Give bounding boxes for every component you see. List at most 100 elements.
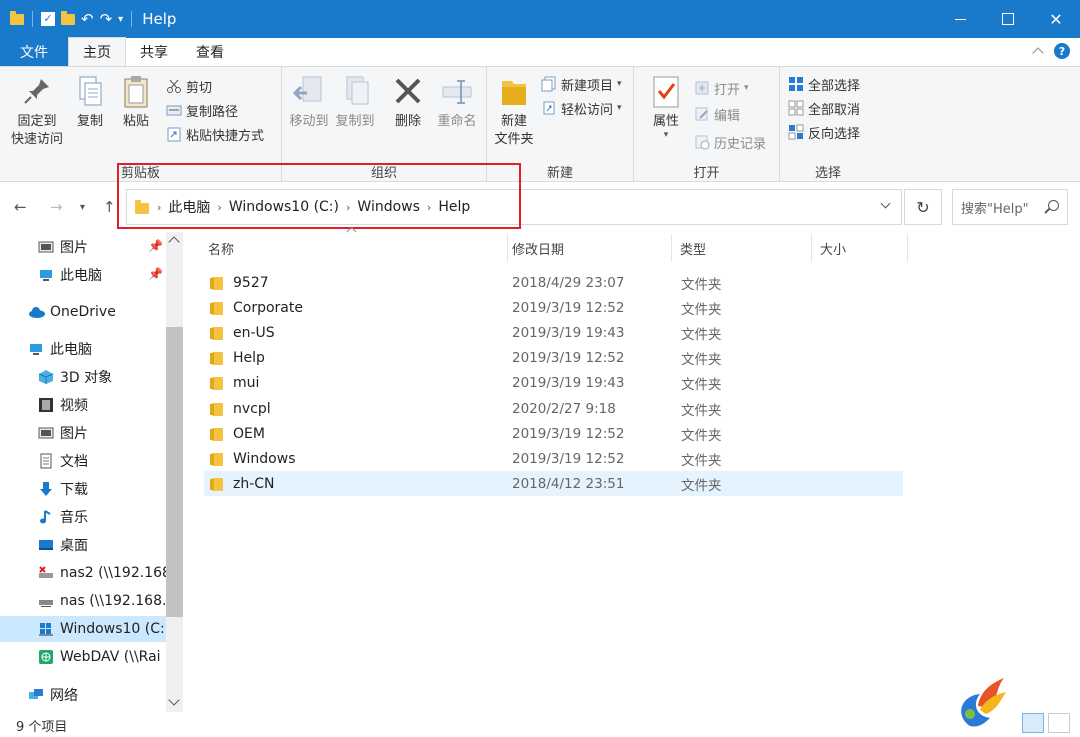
sidebar-item-downloads[interactable]: 下载 xyxy=(0,476,166,502)
scrollbar-thumb[interactable] xyxy=(166,327,183,617)
navigation-pane: 图片 📌 此电脑 📌 OneDrive 此电脑 3D 对象 视频 图片 文档 下… xyxy=(0,232,183,712)
file-row[interactable]: en-US 2019/3/19 19:43 文件夹 xyxy=(204,320,903,345)
file-row-selected[interactable]: zh-CN 2018/4/12 23:51 文件夹 xyxy=(204,471,903,496)
help-icon[interactable]: ? xyxy=(1054,43,1070,59)
address-dropdown-icon[interactable] xyxy=(880,198,891,209)
annotation-highlight-box xyxy=(117,163,521,229)
sidebar-item-nas[interactable]: nas (\\192.168.1 xyxy=(0,588,166,614)
large-icons-view-icon[interactable] xyxy=(1048,713,1070,733)
maximize-button[interactable] xyxy=(984,0,1032,38)
details-view-icon[interactable] xyxy=(1022,713,1044,733)
up-arrow-icon[interactable]: ↑ xyxy=(103,198,116,216)
file-row[interactable]: Help 2019/3/19 12:52 文件夹 xyxy=(204,345,903,370)
view-switcher xyxy=(1022,713,1074,737)
new-folder-button[interactable]: 新建 文件夹 xyxy=(491,75,537,149)
search-icon xyxy=(1048,200,1059,211)
watermark-logo-icon xyxy=(950,676,1008,732)
select-group: 全部选择 全部取消 反向选择 选择 xyxy=(780,67,876,183)
rename-icon xyxy=(441,75,473,109)
close-button[interactable]: ✕ xyxy=(1032,0,1080,38)
refresh-button[interactable]: ↻ xyxy=(904,189,942,225)
cut-button[interactable]: 剪切 xyxy=(166,75,212,97)
select-none-button[interactable]: 全部取消 xyxy=(788,97,860,119)
sidebar-item-desktop[interactable]: 桌面 xyxy=(0,532,166,558)
sidebar-item-documents[interactable]: 文档 xyxy=(0,448,166,474)
separator xyxy=(32,11,33,27)
sidebar-item-drive-c[interactable]: Windows10 (C: xyxy=(0,616,166,642)
delete-button[interactable]: 删除 xyxy=(388,75,428,131)
sidebar-item-3d-objects[interactable]: 3D 对象 xyxy=(0,364,166,390)
sidebar-item-music[interactable]: 音乐 xyxy=(0,504,166,530)
file-row[interactable]: Corporate 2019/3/19 12:52 文件夹 xyxy=(204,295,903,320)
copy-to-button[interactable]: 复制到 xyxy=(332,75,378,131)
copy-button[interactable]: 复制 xyxy=(70,75,110,131)
column-header-type[interactable]: 类型 xyxy=(672,234,812,262)
paste-button[interactable]: 粘贴 xyxy=(116,75,156,131)
edit-button[interactable]: 编辑 xyxy=(694,103,740,125)
column-header-name[interactable]: 名称 xyxy=(200,226,508,262)
paste-shortcut-button[interactable]: 粘贴快捷方式 xyxy=(166,123,264,145)
column-header-modified[interactable]: 修改日期 xyxy=(504,234,672,262)
rename-button[interactable]: 重命名 xyxy=(432,75,482,131)
sidebar-item-nas2[interactable]: nas2 (\\192.168 xyxy=(0,560,166,586)
scroll-down-arrow-icon[interactable] xyxy=(168,694,180,706)
sidebar-item-this-pc-pinned[interactable]: 此电脑 xyxy=(0,262,166,288)
sidebar-item-onedrive[interactable]: OneDrive xyxy=(0,299,166,325)
new-folder-icon[interactable] xyxy=(61,10,75,25)
clipboard-icon xyxy=(120,75,152,109)
dropdown-arrow-icon: ▾ xyxy=(617,79,622,89)
undo-icon[interactable]: ↶ xyxy=(81,10,94,28)
tab-view[interactable]: 查看 xyxy=(182,38,238,66)
copy-path-button[interactable]: 复制路径 xyxy=(166,99,238,121)
copy-path-icon xyxy=(166,102,182,118)
select-all-button[interactable]: 全部选择 xyxy=(788,73,860,95)
computer-icon xyxy=(28,341,44,357)
sidebar-item-videos[interactable]: 视频 xyxy=(0,392,166,418)
network-drive-disconnected-icon xyxy=(38,565,54,581)
dropdown-arrow-icon: ▾ xyxy=(663,130,669,140)
properties-button[interactable]: 属性 ▾ xyxy=(646,75,686,140)
folder-icon xyxy=(210,453,223,466)
windows-drive-icon xyxy=(38,621,54,637)
pin-icon[interactable]: 📌 xyxy=(148,239,163,253)
tab-file[interactable]: 文件 xyxy=(0,38,68,66)
history-button[interactable]: 历史记录 xyxy=(694,131,766,153)
move-to-button[interactable]: 移动到 xyxy=(286,75,332,131)
file-row[interactable]: Windows 2019/3/19 12:52 文件夹 xyxy=(204,446,903,471)
sidebar-item-pictures[interactable]: 图片 xyxy=(0,420,166,446)
invert-selection-button[interactable]: 反向选择 xyxy=(788,121,860,143)
scissors-icon xyxy=(166,78,182,94)
edit-pencil-icon xyxy=(694,106,710,122)
forward-arrow-icon[interactable]: → xyxy=(50,198,63,216)
new-item-button[interactable]: 新建项目 ▾ xyxy=(541,73,622,95)
tab-home[interactable]: 主页 xyxy=(68,37,126,66)
pin-quick-access-button[interactable]: 固定到 快速访问 xyxy=(6,75,68,149)
sidebar-item-network[interactable]: 网络 xyxy=(0,682,166,708)
file-row[interactable]: OEM 2019/3/19 12:52 文件夹 xyxy=(204,421,903,446)
file-row[interactable]: nvcpl 2020/2/27 9:18 文件夹 xyxy=(204,396,903,421)
recent-locations-icon[interactable]: ▾ xyxy=(80,202,85,213)
folder-icon xyxy=(210,377,223,390)
file-row[interactable]: mui 2019/3/19 19:43 文件夹 xyxy=(204,370,903,395)
sidebar-item-this-pc[interactable]: 此电脑 xyxy=(0,336,166,362)
open-button[interactable]: 打开 ▾ xyxy=(694,77,749,99)
properties-check-icon[interactable]: ✓ xyxy=(41,12,55,26)
customize-dropdown-icon[interactable]: ▾ xyxy=(118,14,123,25)
sidebar-scrollbar[interactable] xyxy=(166,232,183,712)
redo-icon[interactable]: ↷ xyxy=(100,10,113,28)
easy-access-button[interactable]: 轻松访问 ▾ xyxy=(541,97,622,119)
sidebar-item-pictures-pinned[interactable]: 图片 xyxy=(0,234,166,260)
invert-selection-icon xyxy=(788,124,804,140)
column-header-size[interactable]: 大小 xyxy=(812,234,908,262)
pin-icon[interactable]: 📌 xyxy=(148,267,163,281)
tab-share[interactable]: 共享 xyxy=(126,38,182,66)
file-row[interactable]: 9527 2018/4/29 23:07 文件夹 xyxy=(204,270,903,295)
separator xyxy=(131,11,133,27)
back-arrow-icon[interactable]: ← xyxy=(14,198,27,216)
sidebar-item-webdav[interactable]: WebDAV (\\Rai xyxy=(0,644,166,670)
search-input[interactable]: 搜索"Help" xyxy=(952,189,1068,225)
new-item-icon xyxy=(541,76,557,92)
minimize-button[interactable] xyxy=(936,0,984,38)
collapse-ribbon-icon[interactable] xyxy=(1032,47,1044,59)
scroll-up-arrow-icon[interactable] xyxy=(168,236,180,248)
